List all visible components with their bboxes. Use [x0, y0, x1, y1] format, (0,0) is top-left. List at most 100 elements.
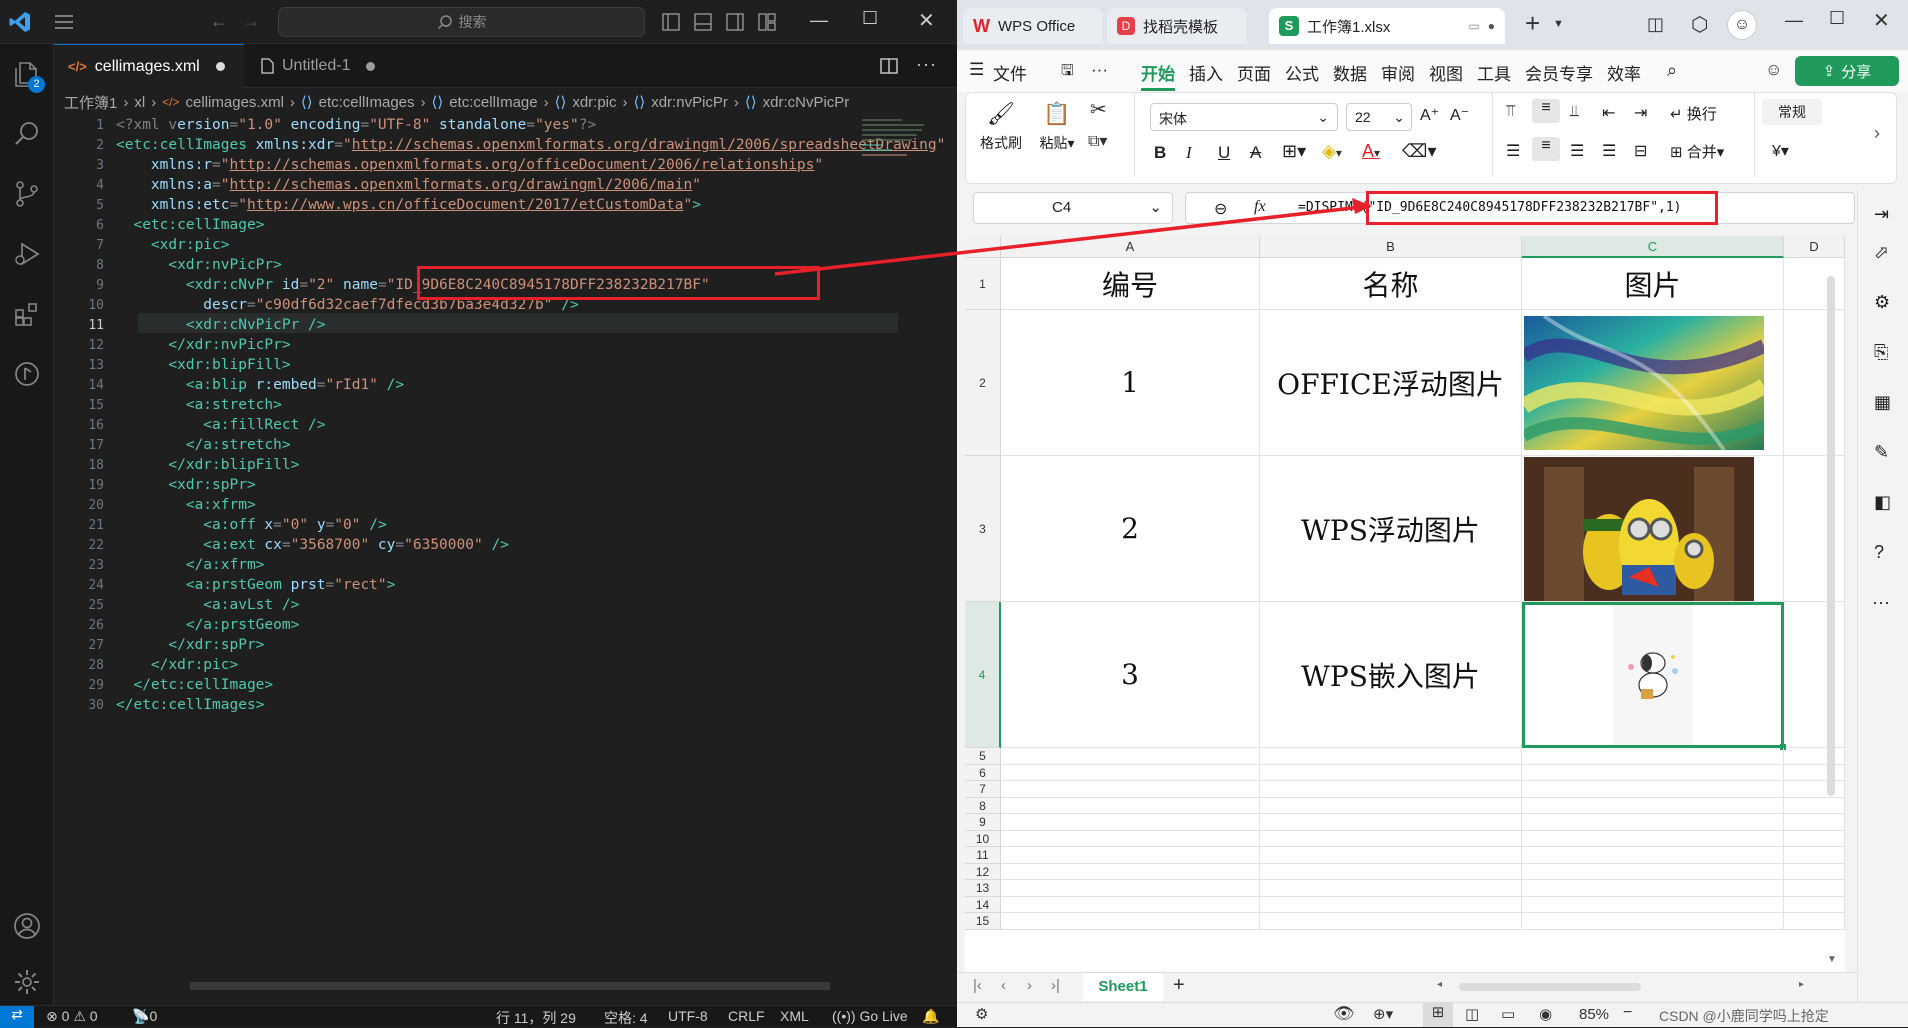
accounts-icon[interactable] — [13, 912, 41, 940]
row-header[interactable]: 9 — [965, 814, 1001, 831]
zoom-level[interactable]: 85% — [1579, 1006, 1609, 1023]
row-header[interactable]: 14 — [965, 896, 1001, 913]
empty-cell[interactable] — [1260, 896, 1522, 913]
display-mode-icon[interactable]: ⊕▾ — [1373, 1005, 1393, 1023]
empty-cell[interactable] — [1784, 764, 1845, 781]
normal-view-icon[interactable]: ⊞ — [1423, 1003, 1453, 1027]
toggle-secondary-sidebar-icon[interactable] — [726, 13, 744, 31]
row-header[interactable]: 13 — [965, 880, 1001, 897]
menu-member[interactable]: 会员专享 — [1525, 60, 1593, 85]
code-line[interactable]: <a:blip r:embed="rId1" /> — [116, 377, 404, 393]
menu-efficiency[interactable]: 效率 — [1607, 60, 1641, 85]
code-line[interactable]: <xdr:spPr> — [116, 477, 255, 493]
cell-a1[interactable]: 编号 — [1001, 258, 1260, 310]
more-icon[interactable]: ··· — [1872, 592, 1890, 613]
empty-cell[interactable] — [1522, 748, 1784, 765]
indentation[interactable]: 空格: 4 — [604, 1008, 648, 1028]
empty-cell[interactable] — [1784, 797, 1845, 814]
cube-icon[interactable]: ⬡ — [1691, 12, 1708, 37]
empty-cell[interactable] — [1784, 814, 1845, 831]
code-line[interactable]: </etc:cellImage> — [116, 677, 273, 693]
code-line[interactable]: <a:xfrm> — [116, 497, 256, 513]
italic-icon[interactable]: I — [1186, 143, 1192, 163]
cell-c4-selected[interactable] — [1522, 602, 1784, 748]
help-icon[interactable]: ? — [1874, 542, 1884, 563]
share-button[interactable]: ⇪ 分享 — [1795, 56, 1899, 86]
empty-cell[interactable] — [1260, 748, 1522, 765]
last-sheet-icon[interactable]: ›| — [1051, 977, 1060, 994]
formula-input[interactable]: ⊖ fx =DISPIMG("ID_9D6E8C240C8945178DFF23… — [1185, 191, 1855, 225]
row-header[interactable]: 5 — [965, 748, 1001, 765]
code-line[interactable]: </a:stretch> — [116, 437, 291, 453]
code-line[interactable]: xmlns:a="http://schemas.openxmlformats.o… — [116, 177, 701, 193]
empty-cell[interactable] — [1260, 847, 1522, 864]
menu-review[interactable]: 审阅 — [1381, 60, 1415, 85]
minimize-button[interactable]: — — [1785, 10, 1803, 31]
toggle-sidebar-icon[interactable] — [662, 13, 680, 31]
code-line[interactable]: <a:prstGeom prst="rect"> — [116, 577, 396, 593]
cell-b1[interactable]: 名称 — [1260, 258, 1522, 310]
language-mode[interactable]: XML — [780, 1008, 809, 1024]
menu-page[interactable]: 页面 — [1237, 60, 1271, 85]
end-of-line[interactable]: CRLF — [728, 1008, 765, 1024]
empty-cell[interactable] — [1001, 830, 1260, 847]
font-color-icon[interactable]: A▾ — [1362, 141, 1380, 162]
menu-home[interactable]: 开始 — [1141, 60, 1175, 91]
page-layout-icon[interactable]: ◫ — [1465, 1005, 1479, 1023]
empty-cell[interactable] — [1260, 880, 1522, 897]
row-header[interactable]: 10 — [965, 830, 1001, 847]
more-actions-icon[interactable]: ··· — [916, 54, 937, 75]
close-button[interactable]: ✕ — [918, 8, 935, 33]
chart-assist-icon[interactable]: ▦ — [1874, 392, 1891, 413]
tab-untitled-1[interactable]: Untitled-1 — [246, 44, 436, 88]
row-header[interactable]: 15 — [965, 913, 1001, 930]
unsaved-dot-icon[interactable] — [366, 61, 376, 71]
prev-sheet-icon[interactable]: ‹ — [1001, 977, 1006, 994]
sheet-tab-sheet1[interactable]: Sheet1 — [1083, 973, 1163, 1001]
code-line[interactable]: </a:xfrm> — [116, 557, 265, 573]
menu-data[interactable]: 数据 — [1333, 60, 1367, 85]
empty-cell[interactable] — [1522, 880, 1784, 897]
row-header[interactable]: 3 — [965, 456, 1001, 602]
row-header[interactable]: 1 — [965, 258, 1001, 310]
cell-d1[interactable] — [1784, 258, 1845, 310]
number-format-select[interactable]: 常规 — [1762, 99, 1822, 125]
distributed-icon[interactable]: ⊟ — [1634, 141, 1647, 161]
extensions-icon[interactable] — [13, 300, 41, 328]
chevron-down-icon[interactable]: ▼ — [1553, 18, 1564, 30]
toggle-panel-icon[interactable] — [694, 13, 712, 31]
breadcrumb-item[interactable]: xl — [134, 94, 145, 111]
code-line[interactable]: </a:prstGeom> — [116, 617, 300, 633]
minimize-button[interactable]: — — [810, 10, 828, 31]
desktop-icon[interactable]: ▭ — [1468, 19, 1479, 33]
tools-icon[interactable]: ✎ — [1874, 442, 1889, 463]
empty-cell[interactable] — [1784, 748, 1845, 765]
abstract-wave-image[interactable] — [1524, 315, 1764, 450]
code-line[interactable]: </xdr:pic> — [116, 657, 238, 673]
column-header-b[interactable]: B — [1260, 236, 1522, 258]
first-sheet-icon[interactable]: |‹ — [973, 977, 982, 994]
empty-cell[interactable] — [1784, 781, 1845, 798]
decrease-indent-icon[interactable]: ⇤ — [1602, 103, 1615, 123]
row-header[interactable]: 2 — [965, 310, 1001, 456]
close-button[interactable]: ✕ — [1873, 8, 1890, 33]
more-icon[interactable]: ··· — [1091, 60, 1108, 80]
empty-cell[interactable] — [1001, 880, 1260, 897]
select-cursor-icon[interactable]: ⬀ — [1874, 242, 1889, 263]
breadcrumb-item[interactable]: etc:cellImage — [449, 94, 537, 111]
align-center-icon[interactable]: ≡ — [1532, 137, 1560, 161]
cell-d4[interactable] — [1787, 602, 1845, 748]
empty-cell[interactable] — [1260, 781, 1522, 798]
row-header[interactable]: 8 — [965, 797, 1001, 814]
cell-b4[interactable]: WPS嵌入图片 — [1260, 602, 1522, 748]
menu-tools[interactable]: 工具 — [1477, 60, 1511, 85]
wrap-text-button[interactable]: ↵ 换行 — [1670, 103, 1717, 124]
empty-cell[interactable] — [1260, 863, 1522, 880]
empty-cell[interactable] — [1522, 814, 1784, 831]
maximize-button[interactable]: ☐ — [862, 8, 878, 29]
source-control-icon[interactable] — [13, 180, 41, 208]
empty-cell[interactable] — [1522, 896, 1784, 913]
align-right-icon[interactable]: ☰ — [1570, 141, 1584, 161]
code-line[interactable]: <a:fillRect /> — [116, 417, 325, 433]
empty-cell[interactable] — [1260, 797, 1522, 814]
